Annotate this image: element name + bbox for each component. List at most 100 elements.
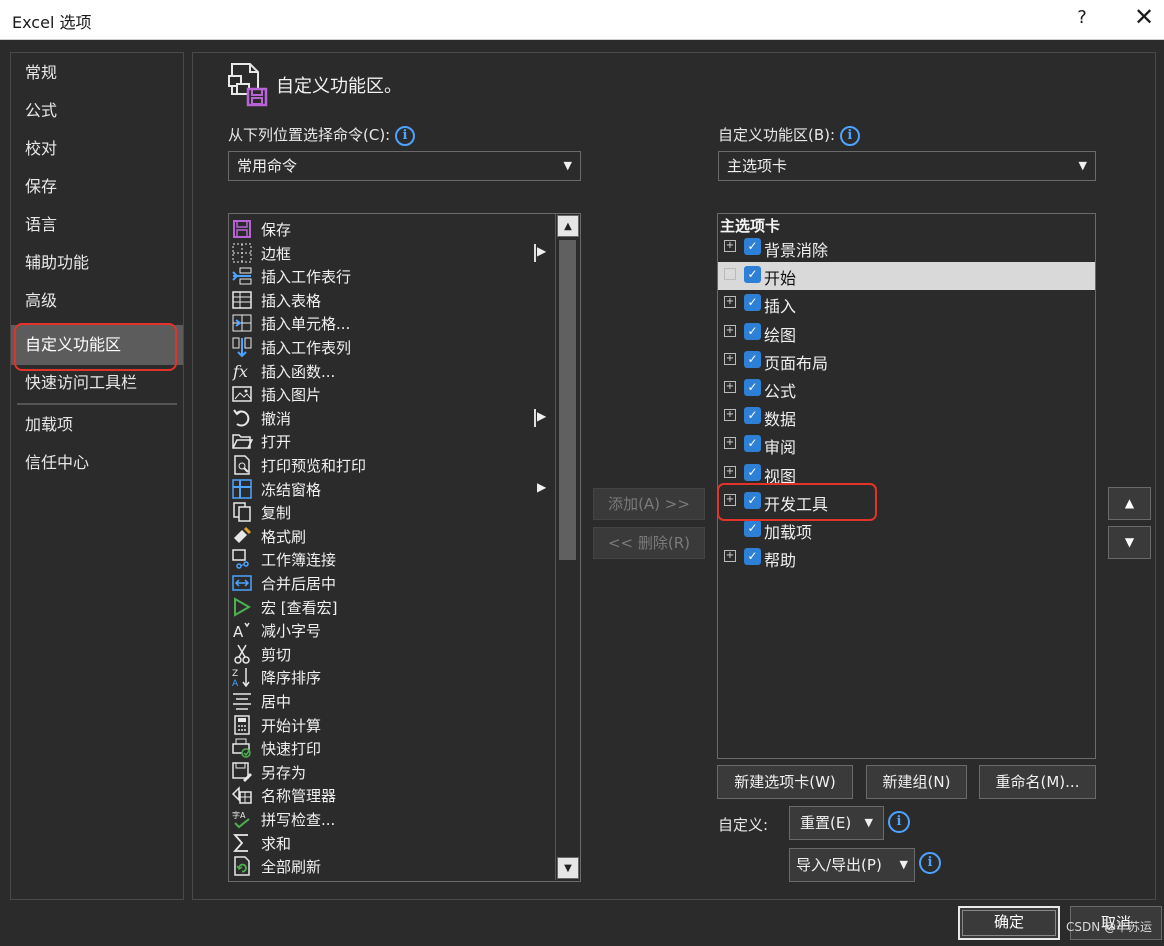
- expand-icon[interactable]: +: [724, 409, 736, 422]
- command-item[interactable]: 合并后居中: [229, 571, 559, 594]
- command-item[interactable]: Z A 降序排序: [229, 665, 559, 689]
- info-icon[interactable]: i: [919, 852, 941, 874]
- command-item[interactable]: 插入单元格...: [229, 311, 559, 334]
- ribbon-tab-label: 加载项: [764, 523, 813, 542]
- nav-item-add-ins[interactable]: 加载项: [11, 407, 183, 443]
- command-item[interactable]: 插入工作表行: [229, 264, 559, 287]
- ribbon-tab-label: 审阅: [764, 438, 797, 458]
- ribbon-tab-item[interactable]: + ✓ 绘图: [718, 319, 1095, 347]
- command-item[interactable]: 求和: [229, 831, 559, 854]
- command-label: 插入函数...: [261, 362, 336, 381]
- nav-item-language[interactable]: 语言: [11, 207, 183, 243]
- close-icon[interactable]: ✕: [1130, 3, 1158, 31]
- command-item[interactable]: 撤消 ▶: [229, 406, 559, 429]
- command-item[interactable]: 打开: [229, 429, 559, 452]
- checkbox[interactable]: ✓: [744, 407, 761, 425]
- ribbon-tabs-select[interactable]: 主选项卡 ▼: [718, 151, 1096, 181]
- chevron-down-icon: ▼: [563, 159, 572, 172]
- command-item[interactable]: 宏 [查看宏]: [229, 595, 559, 618]
- checkbox[interactable]: ✓: [744, 350, 761, 368]
- command-item[interactable]: 插入表格: [229, 288, 559, 311]
- ribbon-tab-item[interactable]: + ✓ 公式: [718, 375, 1095, 403]
- commands-scrollbar[interactable]: ▲ ▼: [555, 214, 579, 880]
- command-item[interactable]: A 减小字号: [229, 618, 559, 641]
- checkbox[interactable]: ✓: [744, 379, 761, 396]
- checkbox[interactable]: ✓: [744, 520, 761, 537]
- checkbox[interactable]: ✓: [744, 238, 761, 255]
- command-item[interactable]: 格式刷: [229, 524, 559, 547]
- expand-icon[interactable]: +: [724, 550, 736, 563]
- command-item[interactable]: 打印预览和打印: [229, 453, 559, 476]
- command-item[interactable]: 冻结窗格 ▶: [229, 477, 559, 500]
- highlight-annotation: [717, 483, 877, 521]
- command-item[interactable]: 全部刷新: [229, 854, 559, 877]
- command-label: 快速打印: [261, 740, 322, 759]
- nav-item-formulas[interactable]: 公式: [11, 93, 183, 129]
- ribbon-tab-item[interactable]: + ✓ 审阅: [718, 431, 1095, 459]
- checkbox[interactable]: ✓: [744, 294, 761, 312]
- command-item[interactable]: 复制: [229, 500, 559, 523]
- svg-text:Z: Z: [232, 669, 238, 679]
- expand-icon[interactable]: +: [724, 465, 736, 478]
- checkbox[interactable]: ✓: [744, 463, 761, 481]
- remove-button[interactable]: << 删除(R): [593, 527, 705, 559]
- move-up-button[interactable]: ▲: [1108, 487, 1151, 520]
- reset-dropdown-button[interactable]: 重置(E) ▼: [789, 806, 884, 840]
- command-item[interactable]: 保存: [229, 217, 559, 240]
- command-item[interactable]: 插入图片: [229, 382, 559, 405]
- ribbon-tab-item[interactable]: + ✓ 页面布局: [718, 347, 1095, 375]
- checkbox[interactable]: ✓: [744, 322, 761, 340]
- command-label: 名称管理器: [261, 787, 337, 806]
- checkbox[interactable]: ✓: [744, 548, 761, 566]
- new-group-button[interactable]: 新建组(N): [866, 765, 967, 799]
- nav-item-trust-center[interactable]: 信任中心: [11, 445, 183, 481]
- expand-icon[interactable]: +: [724, 296, 736, 309]
- refresh-all-icon: [231, 855, 253, 877]
- command-item[interactable]: fx 插入函数...: [229, 359, 559, 382]
- command-item[interactable]: 开始计算: [229, 713, 559, 736]
- move-down-button[interactable]: ▼: [1108, 526, 1151, 559]
- nav-item-save[interactable]: 保存: [11, 169, 183, 205]
- nav-item-accessibility[interactable]: 辅助功能: [11, 245, 183, 281]
- info-icon[interactable]: i: [888, 811, 910, 833]
- nav-item-proofing[interactable]: 校对: [11, 131, 183, 167]
- nav-item-general[interactable]: 常规: [11, 55, 183, 91]
- command-item[interactable]: 边框 ▶: [229, 241, 559, 264]
- command-item[interactable]: 快速打印: [229, 736, 559, 759]
- import-export-button[interactable]: 导入/导出(P) ▼: [789, 848, 915, 882]
- expand-icon[interactable]: +: [724, 324, 736, 337]
- commands-list[interactable]: 保存 边框 ▶ 插入工作表行 插入表格 插入单元格... 插入工作表列 fx 插入函数... 插入…: [228, 213, 581, 882]
- add-button[interactable]: 添加(A) >>: [593, 488, 705, 520]
- command-item[interactable]: 字A 拼写检查...: [229, 807, 559, 830]
- expand-icon[interactable]: +: [724, 240, 736, 252]
- command-item[interactable]: 插入工作表列: [229, 335, 559, 358]
- ribbon-tab-item[interactable]: + ✓ 数据: [718, 403, 1095, 431]
- new-tab-button[interactable]: 新建选项卡(W): [717, 765, 853, 799]
- expand-icon[interactable]: +: [724, 268, 736, 281]
- ribbon-tab-item[interactable]: + ✓ 帮助: [718, 544, 1095, 572]
- ok-button[interactable]: 确定: [958, 906, 1060, 940]
- expand-icon[interactable]: +: [724, 352, 736, 365]
- scroll-down-icon[interactable]: ▼: [557, 857, 579, 879]
- expand-icon[interactable]: +: [724, 437, 736, 450]
- help-icon[interactable]: ?: [1072, 7, 1092, 28]
- ribbon-tab-item[interactable]: + ✓ 开始: [718, 262, 1095, 291]
- command-item[interactable]: 另存为: [229, 760, 559, 783]
- scroll-up-icon[interactable]: ▲: [557, 215, 579, 237]
- submenu-arrow-icon: ▶: [537, 408, 547, 423]
- scrollbar-thumb[interactable]: [559, 240, 576, 560]
- checkbox[interactable]: ✓: [744, 266, 761, 284]
- commands-source-select[interactable]: 常用命令 ▼: [228, 151, 581, 181]
- command-item[interactable]: 居中: [229, 689, 559, 712]
- info-icon[interactable]: i: [395, 125, 416, 146]
- command-item[interactable]: 剪切: [229, 642, 559, 665]
- command-item[interactable]: 工作簿连接: [229, 547, 559, 570]
- info-icon[interactable]: i: [839, 125, 860, 146]
- checkbox[interactable]: ✓: [744, 435, 761, 453]
- rename-button[interactable]: 重命名(M)...: [979, 765, 1096, 799]
- nav-item-advanced[interactable]: 高级: [11, 283, 183, 319]
- command-item[interactable]: 名称管理器: [229, 783, 559, 806]
- ribbon-tab-item[interactable]: + ✓ 插入: [718, 290, 1095, 318]
- ribbon-tab-item[interactable]: + ✓ 背景消除: [718, 234, 1095, 262]
- expand-icon[interactable]: +: [724, 381, 736, 393]
